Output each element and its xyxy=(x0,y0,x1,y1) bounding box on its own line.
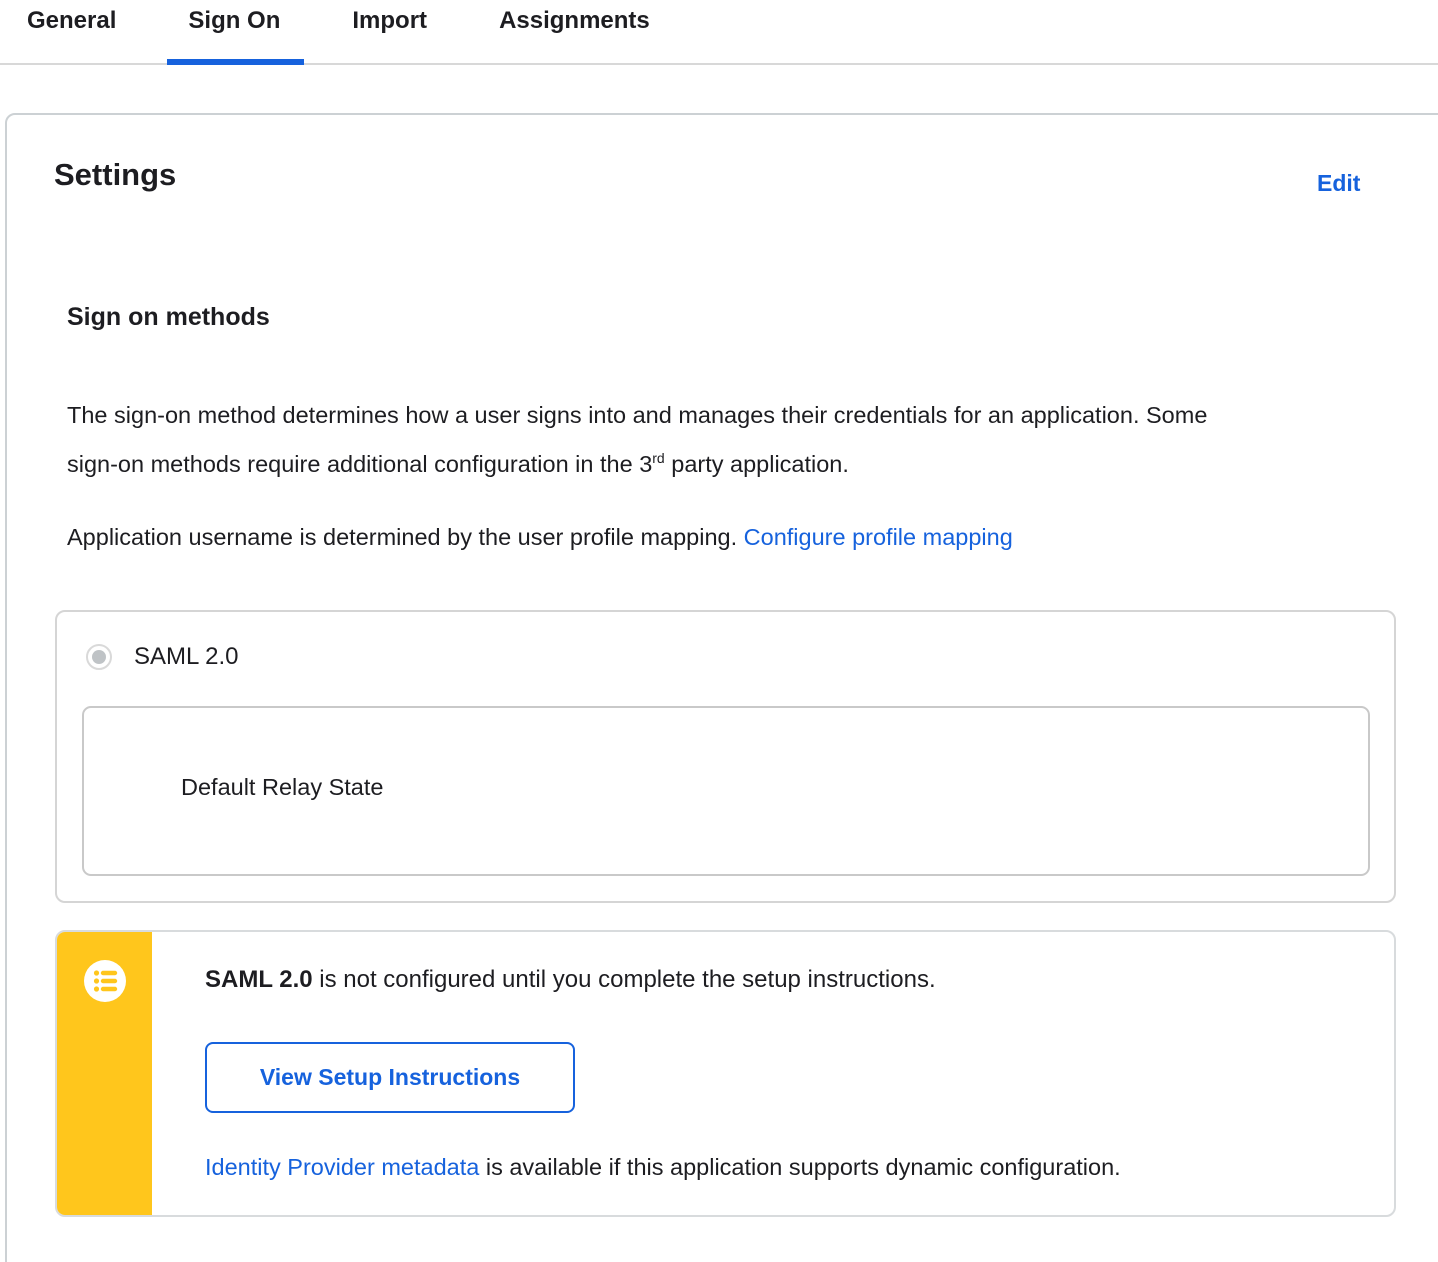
banner-message-rest: is not configured until you complete the… xyxy=(312,966,936,993)
saml-not-configured-banner: SAML 2.0 is not configured until you com… xyxy=(55,930,1396,1217)
sign-on-methods-heading: Sign on methods xyxy=(67,303,270,331)
username-mapping-note: Application username is determined by th… xyxy=(67,513,1367,562)
tab-assignments[interactable]: Assignments xyxy=(499,0,650,63)
settings-title: Settings xyxy=(54,157,177,192)
metadata-note-rest: is available if this application support… xyxy=(479,1154,1121,1180)
configure-profile-mapping-link[interactable]: Configure profile mapping xyxy=(744,524,1013,550)
identity-provider-metadata-link[interactable]: Identity Provider metadata xyxy=(205,1154,479,1180)
description-text-1: The sign-on method determines how a user… xyxy=(67,402,1208,477)
banner-message-bold: SAML 2.0 xyxy=(205,966,313,993)
edit-link[interactable]: Edit xyxy=(1317,170,1360,197)
tab-import-label: Import xyxy=(352,7,428,34)
application-sign-on-page: General Sign On Import Assignments Setti… xyxy=(0,0,1438,1262)
tab-assignments-label: Assignments xyxy=(499,7,650,34)
tab-import[interactable]: Import xyxy=(352,0,427,63)
sign-on-method-description: The sign-on method determines how a user… xyxy=(67,391,1252,489)
list-icon xyxy=(84,960,126,1002)
tab-sign-on[interactable]: Sign On xyxy=(167,0,305,65)
description-superscript: rd xyxy=(652,450,665,467)
saml-radio-row: SAML 2.0 xyxy=(86,643,239,671)
default-relay-state-box: Default Relay State xyxy=(82,706,1370,876)
saml-radio-dot xyxy=(92,650,106,664)
banner-accent-bar xyxy=(57,932,152,1215)
default-relay-state-label: Default Relay State xyxy=(181,774,384,800)
settings-card: Settings Edit Sign on methods The sign-o… xyxy=(5,113,1438,1262)
username-mapping-text: Application username is determined by th… xyxy=(67,524,744,550)
saml-radio-button[interactable] xyxy=(86,644,112,670)
description-text-2: party application. xyxy=(664,451,849,477)
app-tab-bar: General Sign On Import Assignments xyxy=(0,0,1438,65)
view-setup-instructions-button[interactable]: View Setup Instructions xyxy=(205,1042,575,1113)
banner-message: SAML 2.0 is not configured until you com… xyxy=(205,966,936,994)
saml-radio-label: SAML 2.0 xyxy=(134,643,239,670)
tab-general[interactable]: General xyxy=(27,0,116,63)
tab-general-label: General xyxy=(27,7,117,34)
tab-sign-on-label: Sign On xyxy=(188,7,281,34)
metadata-note: Identity Provider metadata is available … xyxy=(205,1154,1121,1181)
saml-method-box: SAML 2.0 Default Relay State xyxy=(55,610,1396,903)
